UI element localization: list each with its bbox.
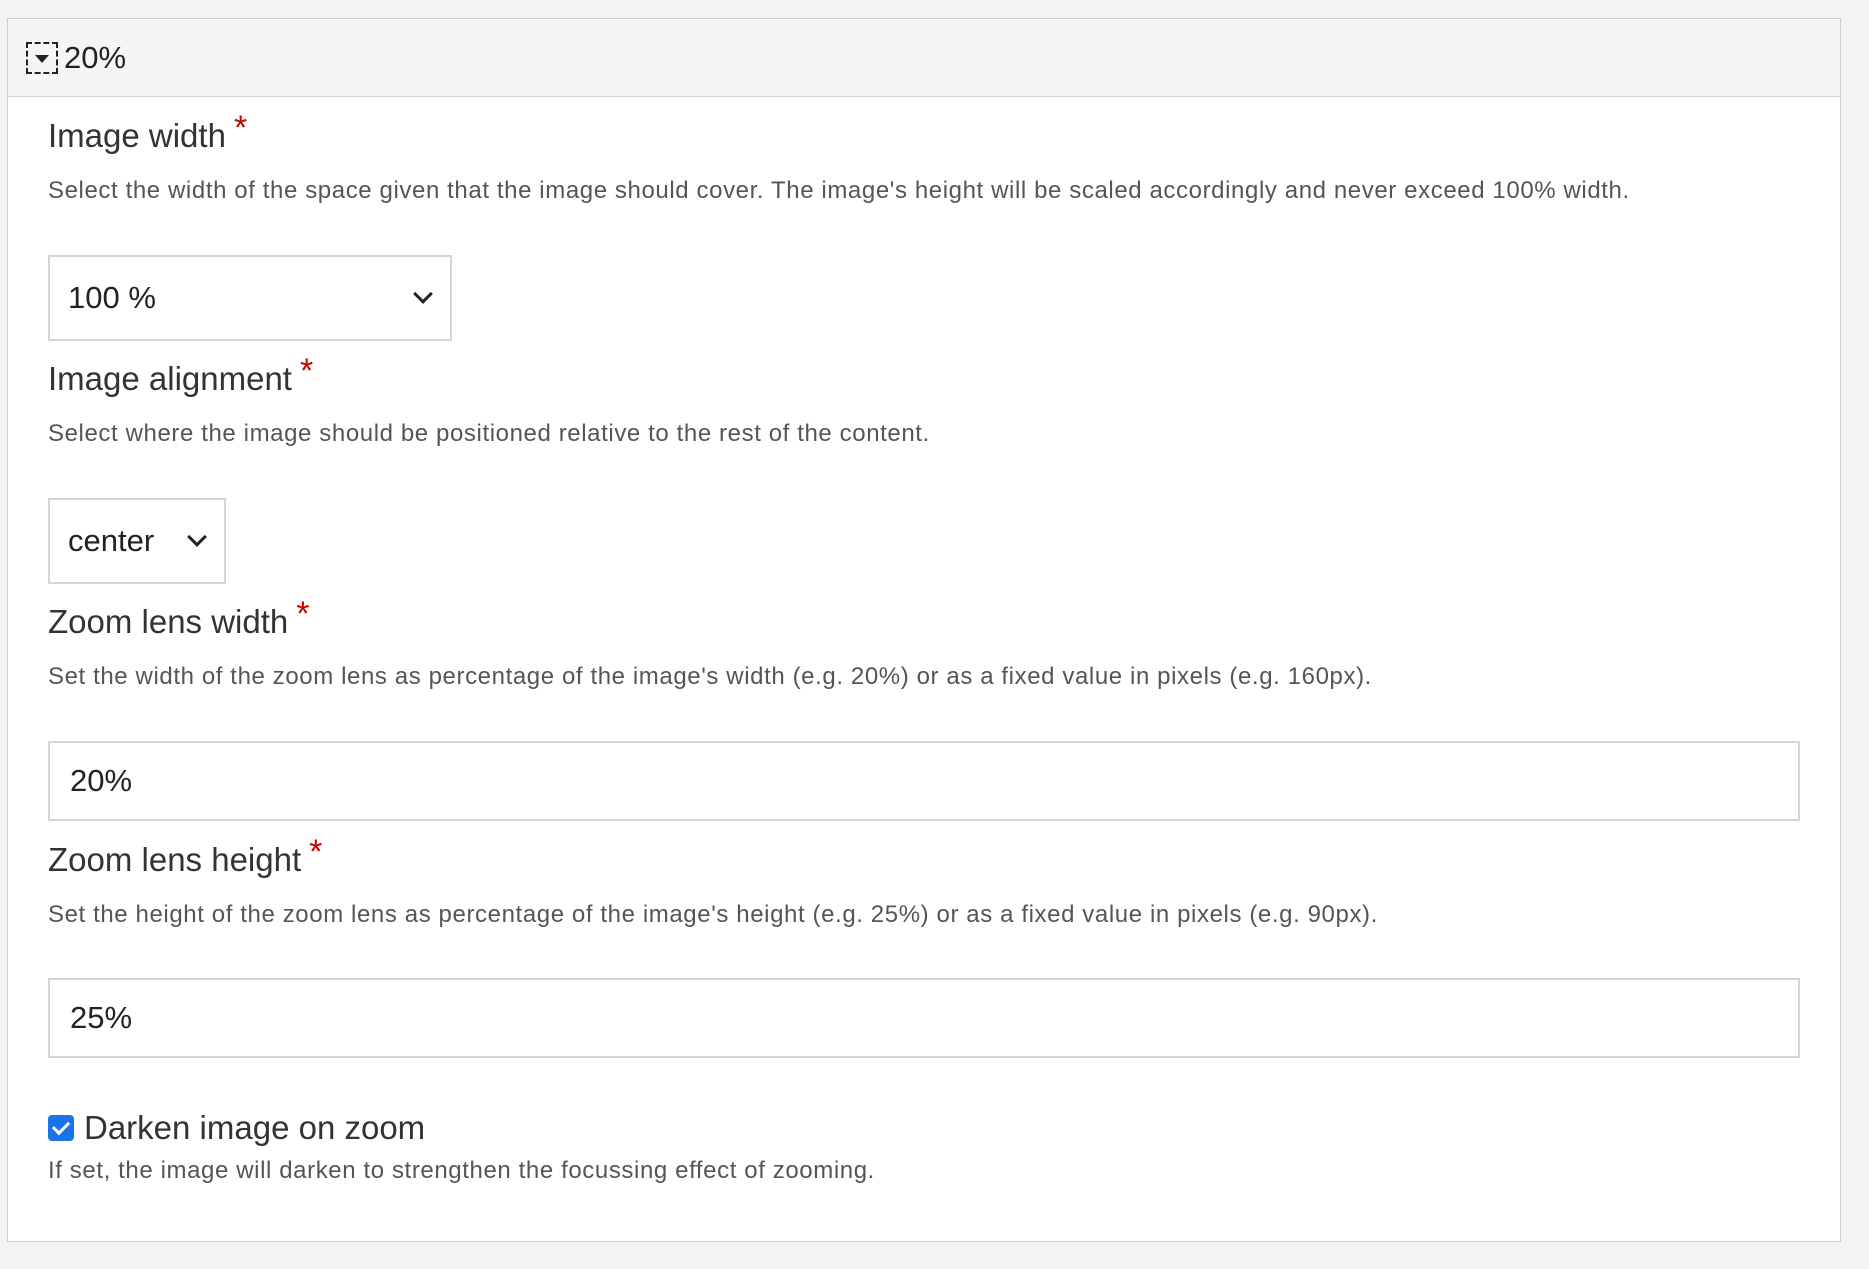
settings-panel: 20% Image width * Select the width of th… xyxy=(7,18,1841,1242)
field-zoom-lens-width: Zoom lens width * Set the width of the z… xyxy=(48,597,1808,692)
zoom-lens-height-label: Zoom lens height xyxy=(48,841,302,878)
zoom-lens-width-value: 20% xyxy=(70,763,133,798)
panel-header[interactable]: 20% xyxy=(8,19,1840,97)
collapse-toggle-button[interactable] xyxy=(26,41,58,74)
required-marker: * xyxy=(309,833,323,871)
zoom-lens-height-description: Set the height of the zoom lens as perce… xyxy=(48,901,1378,928)
image-width-value: 100 % xyxy=(68,280,156,315)
darken-image-checkbox[interactable] xyxy=(48,1115,74,1141)
darken-image-label[interactable]: Darken image on zoom xyxy=(84,1109,425,1147)
image-alignment-description: Select where the image should be positio… xyxy=(48,420,930,447)
required-marker: * xyxy=(296,595,310,633)
zoom-lens-width-label: Zoom lens width xyxy=(48,603,289,640)
image-width-select[interactable]: 100 % xyxy=(48,255,452,341)
field-image-alignment: Image alignment * Select where the image… xyxy=(48,354,1808,449)
zoom-lens-width-description: Set the width of the zoom lens as percen… xyxy=(48,663,1372,690)
image-width-label: Image width xyxy=(48,117,226,154)
image-alignment-label: Image alignment xyxy=(48,360,292,397)
zoom-lens-width-input[interactable]: 20% xyxy=(48,741,1800,821)
zoom-lens-height-input[interactable]: 25% xyxy=(48,978,1800,1058)
image-width-description: Select the width of the space given that… xyxy=(48,177,1630,204)
image-alignment-select[interactable]: center xyxy=(48,498,226,584)
darken-image-description: If set, the image will darken to strengt… xyxy=(48,1157,875,1184)
check-icon xyxy=(51,1116,71,1136)
chevron-down-icon xyxy=(413,284,433,304)
field-zoom-lens-height: Zoom lens height * Set the height of the… xyxy=(48,835,1808,930)
required-marker: * xyxy=(299,352,314,390)
field-darken-image: Darken image on zoom If set, the image w… xyxy=(48,1109,1808,1186)
required-marker: * xyxy=(233,109,248,147)
caret-down-icon xyxy=(35,54,49,63)
zoom-lens-height-value: 25% xyxy=(70,1000,133,1035)
image-alignment-value: center xyxy=(68,523,155,558)
panel-title: 20% xyxy=(64,39,127,75)
chevron-down-icon xyxy=(187,527,207,547)
field-image-width: Image width * Select the width of the sp… xyxy=(48,111,1808,206)
